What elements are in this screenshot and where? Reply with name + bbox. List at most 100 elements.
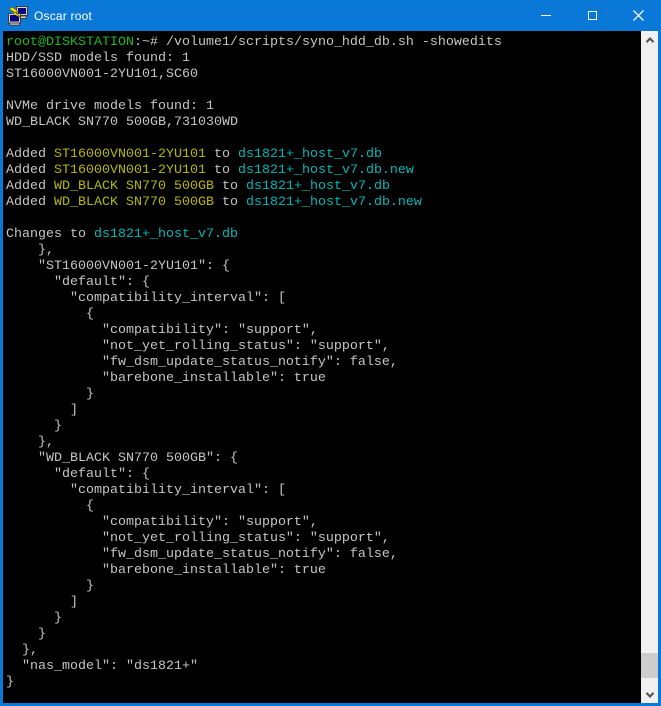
terminal-text-segment: "not_yet_rolling_status": "support",	[6, 531, 390, 546]
terminal-text-segment: Added	[6, 147, 54, 162]
terminal-text-segment: WD_BLACK SN770 500GB	[54, 195, 214, 210]
terminal-line: "not_yet_rolling_status": "support",	[6, 339, 641, 355]
terminal-text-segment: {	[6, 499, 94, 514]
terminal-line: },	[6, 643, 641, 659]
terminal-line: },	[6, 435, 641, 451]
close-button[interactable]	[615, 0, 661, 31]
terminal-line: }	[6, 627, 641, 643]
terminal-line: }	[6, 611, 641, 627]
terminal-line	[6, 211, 641, 227]
minimize-button[interactable]	[523, 0, 569, 31]
terminal-line: "compatibility": "support",	[6, 323, 641, 339]
terminal-text-segment: Changes to	[6, 227, 94, 242]
terminal-text-segment: "ST16000VN001-2YU101": {	[6, 259, 230, 274]
terminal-text-segment: },	[6, 643, 38, 658]
terminal-line: "fw_dsm_update_status_notify": false,	[6, 547, 641, 563]
terminal-text-segment: },	[6, 435, 54, 450]
terminal-line: "ST16000VN001-2YU101": {	[6, 259, 641, 275]
terminal-line: }	[6, 579, 641, 595]
terminal-line: }	[6, 419, 641, 435]
terminal-text-segment: WD_BLACK SN770 500GB,731030WD	[6, 115, 238, 130]
terminal-line: "default": {	[6, 467, 641, 483]
terminal-line: ]	[6, 595, 641, 611]
terminal-text-segment: to	[214, 195, 246, 210]
terminal-text-segment: ds1821+_host_v7.db.new	[238, 163, 414, 178]
terminal-text-segment: WD_BLACK SN770 500GB	[54, 179, 214, 194]
terminal-line: ]	[6, 403, 641, 419]
terminal-text-segment: "default": {	[6, 275, 150, 290]
terminal-text-segment: "compatibility": "support",	[6, 515, 318, 530]
chevron-down-icon	[645, 689, 653, 697]
terminal-text-segment: ds1821+_host_v7.db	[94, 227, 238, 242]
terminal-line: "nas_model": "ds1821+"	[6, 659, 641, 675]
terminal-text-segment: NVMe drive models found: 1	[6, 99, 214, 114]
terminal-line	[6, 131, 641, 147]
terminal-line: "fw_dsm_update_status_notify": false,	[6, 355, 641, 371]
terminal-text-segment: ]	[6, 595, 78, 610]
terminal-text-segment: ST16000VN001-2YU101,SC60	[6, 67, 198, 82]
terminal-line: root@DISKSTATION:~# /volume1/scripts/syn…	[6, 35, 641, 51]
terminal-line: Added WD_BLACK SN770 500GB to ds1821+_ho…	[6, 179, 641, 195]
maximize-button[interactable]	[569, 0, 615, 31]
terminal-text-segment: }	[6, 675, 14, 690]
scroll-down-button[interactable]	[641, 686, 658, 703]
terminal-text-segment: "compatibility_interval": [	[6, 291, 286, 306]
scrollbar-thumb[interactable]	[641, 653, 658, 678]
terminal-text-segment: root@DISKSTATION	[6, 35, 134, 50]
terminal-line: "default": {	[6, 275, 641, 291]
terminal-line: "compatibility": "support",	[6, 515, 641, 531]
terminal-text-segment: to	[206, 147, 238, 162]
terminal-line: ST16000VN001-2YU101,SC60	[6, 67, 641, 83]
terminal-text-segment: "nas_model": "ds1821+"	[6, 659, 198, 674]
terminal-screen[interactable]: root@DISKSTATION:~# /volume1/scripts/syn…	[3, 31, 641, 703]
terminal-line: "compatibility_interval": [	[6, 291, 641, 307]
terminal-line: WD_BLACK SN770 500GB,731030WD	[6, 115, 641, 131]
putty-terminals-icon	[8, 6, 28, 26]
terminal-text-segment: }	[6, 387, 94, 402]
terminal-text-segment: ds1821+_host_v7.db	[246, 179, 390, 194]
minimize-icon	[541, 15, 551, 16]
terminal-line: Added ST16000VN001-2YU101 to ds1821+_hos…	[6, 163, 641, 179]
terminal-text-segment: }	[6, 627, 46, 642]
terminal-text-segment: "WD_BLACK SN770 500GB": {	[6, 451, 238, 466]
terminal-text-segment: "barebone_installable": true	[6, 371, 326, 386]
terminal-line: "barebone_installable": true	[6, 563, 641, 579]
terminal-text-segment: }	[6, 611, 62, 626]
terminal-text-segment: "fw_dsm_update_status_notify": false,	[6, 355, 398, 370]
terminal-text-segment: to	[206, 163, 238, 178]
terminal-text-segment: },	[6, 243, 54, 258]
terminal-text-segment: ds1821+_host_v7.db.new	[246, 195, 422, 210]
terminal-line: "barebone_installable": true	[6, 371, 641, 387]
terminal-line: "compatibility_interval": [	[6, 483, 641, 499]
terminal-text-segment: ST16000VN001-2YU101	[54, 147, 206, 162]
terminal-line: Changes to ds1821+_host_v7.db	[6, 227, 641, 243]
terminal-line: {	[6, 307, 641, 323]
putty-app-icon[interactable]	[8, 6, 28, 26]
putty-window: Oscar root root@DISKSTATION:~# /volume1/…	[0, 0, 661, 706]
terminal-text-segment: ST16000VN001-2YU101	[54, 163, 206, 178]
terminal-text-segment: }	[6, 579, 94, 594]
terminal-line: Added ST16000VN001-2YU101 to ds1821+_hos…	[6, 147, 641, 163]
terminal-text-segment: "compatibility_interval": [	[6, 483, 286, 498]
title-bar[interactable]: Oscar root	[0, 0, 661, 31]
terminal-text-segment: Added	[6, 195, 54, 210]
window-title: Oscar root	[34, 9, 92, 23]
terminal-line: },	[6, 243, 641, 259]
terminal-text-segment: ]	[6, 403, 78, 418]
terminal-text-segment: "not_yet_rolling_status": "support",	[6, 339, 390, 354]
scrollbar[interactable]	[641, 31, 658, 703]
terminal-text-segment: Added	[6, 179, 54, 194]
maximize-icon	[588, 11, 597, 20]
window-controls	[523, 0, 661, 31]
terminal-line: {	[6, 499, 641, 515]
terminal-line: }	[6, 387, 641, 403]
terminal-text-segment: }	[6, 419, 62, 434]
terminal-text-segment: to	[214, 179, 246, 194]
terminal-line: NVMe drive models found: 1	[6, 99, 641, 115]
terminal-line: HDD/SSD models found: 1	[6, 51, 641, 67]
terminal-text-segment: "compatibility": "support",	[6, 323, 318, 338]
terminal-line: Added WD_BLACK SN770 500GB to ds1821+_ho…	[6, 195, 641, 211]
terminal-text-segment: ds1821+_host_v7.db	[238, 147, 382, 162]
terminal-line	[6, 83, 641, 99]
scroll-up-button[interactable]	[641, 31, 658, 48]
